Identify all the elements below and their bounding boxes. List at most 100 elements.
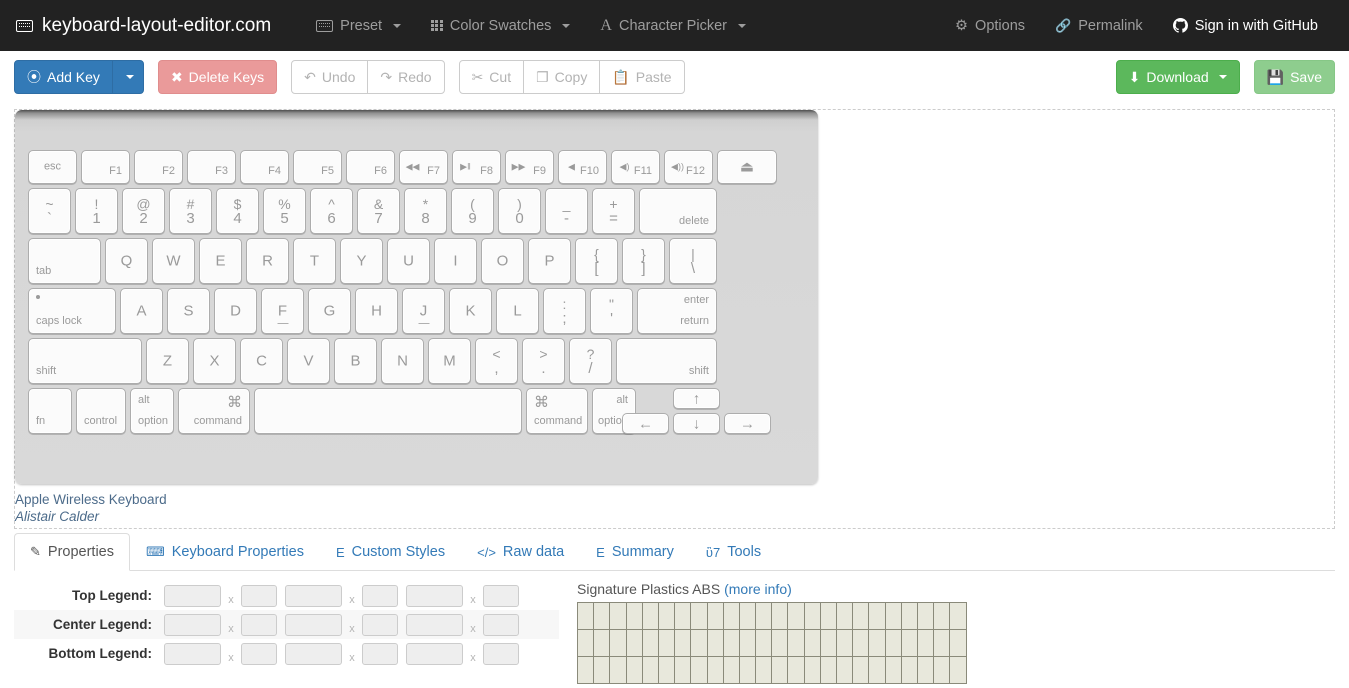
key[interactable]: Q xyxy=(105,238,148,284)
key[interactable]: $4 xyxy=(216,188,259,234)
more-info-link[interactable]: (more info) xyxy=(724,581,792,597)
nav-color-swatches[interactable]: Color Swatches xyxy=(416,0,585,51)
tab-keyboard-properties[interactable]: ⌨Keyboard Properties xyxy=(130,533,320,571)
color-swatch[interactable] xyxy=(772,603,788,630)
legend-input[interactable] xyxy=(406,614,463,636)
key[interactable]: ▶▶F9 xyxy=(505,150,554,184)
nav-options[interactable]: ⚙ Options xyxy=(940,0,1040,51)
key[interactable]: L xyxy=(496,288,539,334)
color-swatch[interactable] xyxy=(837,603,853,630)
key[interactable]: J xyxy=(402,288,445,334)
key[interactable]: &7 xyxy=(357,188,400,234)
legend-input[interactable] xyxy=(285,585,342,607)
color-swatch[interactable] xyxy=(578,630,594,657)
tab-tools[interactable]: ὒ7Tools xyxy=(690,533,777,571)
paste-button[interactable]: 📋 Paste xyxy=(599,60,684,94)
arrow-up-key[interactable]: ↑ xyxy=(673,388,720,409)
key[interactable]: C xyxy=(240,338,283,384)
eject-icon[interactable]: ⏏ xyxy=(717,150,777,184)
legend-input[interactable] xyxy=(285,614,342,636)
color-swatch[interactable] xyxy=(756,603,772,630)
legend-input[interactable] xyxy=(164,585,221,607)
legend-input-size[interactable] xyxy=(241,614,277,636)
key[interactable]: tab xyxy=(28,238,101,284)
color-swatch[interactable] xyxy=(805,630,821,657)
site-brand[interactable]: keyboard-layout-editor.com xyxy=(16,15,271,37)
legend-input-size[interactable] xyxy=(483,614,519,636)
color-swatch[interactable] xyxy=(853,603,869,630)
color-swatch[interactable] xyxy=(886,657,902,684)
key[interactable]: ◀))F12 xyxy=(664,150,713,184)
key[interactable]: A xyxy=(120,288,163,334)
color-swatch[interactable] xyxy=(691,630,707,657)
key[interactable]: ◀F10 xyxy=(558,150,607,184)
key[interactable]: += xyxy=(592,188,635,234)
color-swatch[interactable] xyxy=(869,630,885,657)
color-swatch[interactable] xyxy=(918,630,934,657)
color-swatch[interactable] xyxy=(659,630,675,657)
key[interactable]: *8 xyxy=(404,188,447,234)
color-swatch[interactable] xyxy=(934,603,950,630)
color-swatch[interactable] xyxy=(934,630,950,657)
color-swatch[interactable] xyxy=(740,630,756,657)
key[interactable]: delete xyxy=(639,188,717,234)
key[interactable]: shift xyxy=(616,338,717,384)
key[interactable]: caps lock xyxy=(28,288,116,334)
key[interactable]: W xyxy=(152,238,195,284)
key[interactable]: ⌘command xyxy=(178,388,250,434)
key[interactable]: M xyxy=(428,338,471,384)
key[interactable]: U xyxy=(387,238,430,284)
delete-keys-button[interactable]: ✖ Delete Keys xyxy=(158,60,277,94)
key[interactable]: F1 xyxy=(81,150,130,184)
nav-permalink[interactable]: 🔗 Permalink xyxy=(1040,0,1158,51)
key[interactable]: E xyxy=(199,238,242,284)
color-swatch[interactable] xyxy=(708,603,724,630)
key[interactable]: ◀◀F7 xyxy=(399,150,448,184)
editor-tabs[interactable]: ✎Properties⌨Keyboard Properties὜ECustom … xyxy=(14,533,1335,571)
add-key-dropdown-button[interactable] xyxy=(112,60,144,94)
color-swatch[interactable] xyxy=(627,603,643,630)
key[interactable]: "' xyxy=(590,288,633,334)
color-swatch[interactable] xyxy=(902,603,918,630)
color-swatch[interactable] xyxy=(772,657,788,684)
color-swatch[interactable] xyxy=(821,657,837,684)
key[interactable]: F4 xyxy=(240,150,289,184)
legend-input-size[interactable] xyxy=(362,614,398,636)
color-swatch[interactable] xyxy=(627,630,643,657)
copy-button[interactable]: ❐ Copy xyxy=(523,60,600,94)
color-swatch[interactable] xyxy=(805,603,821,630)
color-swatch[interactable] xyxy=(578,603,594,630)
key[interactable]: :; xyxy=(543,288,586,334)
color-swatch[interactable] xyxy=(837,657,853,684)
key[interactable]: N xyxy=(381,338,424,384)
key[interactable]: F xyxy=(261,288,304,334)
key[interactable]: S xyxy=(167,288,210,334)
color-swatch[interactable] xyxy=(578,657,594,684)
color-swatch[interactable] xyxy=(853,630,869,657)
key[interactable]: V xyxy=(287,338,330,384)
key[interactable]: esc xyxy=(28,150,77,184)
key[interactable]: #3 xyxy=(169,188,212,234)
color-swatch[interactable] xyxy=(805,657,821,684)
color-swatch[interactable] xyxy=(643,603,659,630)
key[interactable]: D xyxy=(214,288,257,334)
color-swatch[interactable] xyxy=(708,657,724,684)
color-swatch[interactable] xyxy=(594,603,610,630)
legend-input[interactable] xyxy=(406,585,463,607)
legend-input-size[interactable] xyxy=(362,643,398,665)
color-swatch[interactable] xyxy=(886,603,902,630)
color-swatch[interactable] xyxy=(708,630,724,657)
legend-input[interactable] xyxy=(406,643,463,665)
undo-button[interactable]: ↶ Undo xyxy=(291,60,368,94)
legend-input[interactable] xyxy=(164,614,221,636)
color-swatch[interactable] xyxy=(756,630,772,657)
color-swatch[interactable] xyxy=(643,657,659,684)
legend-input-size[interactable] xyxy=(241,585,277,607)
color-swatch[interactable] xyxy=(902,630,918,657)
key[interactable]: F5 xyxy=(293,150,342,184)
legend-input[interactable] xyxy=(164,643,221,665)
swatch-grid[interactable] xyxy=(577,602,967,684)
key[interactable]: <, xyxy=(475,338,518,384)
key[interactable]: %5 xyxy=(263,188,306,234)
nav-character-picker[interactable]: A Character Picker xyxy=(585,0,761,51)
